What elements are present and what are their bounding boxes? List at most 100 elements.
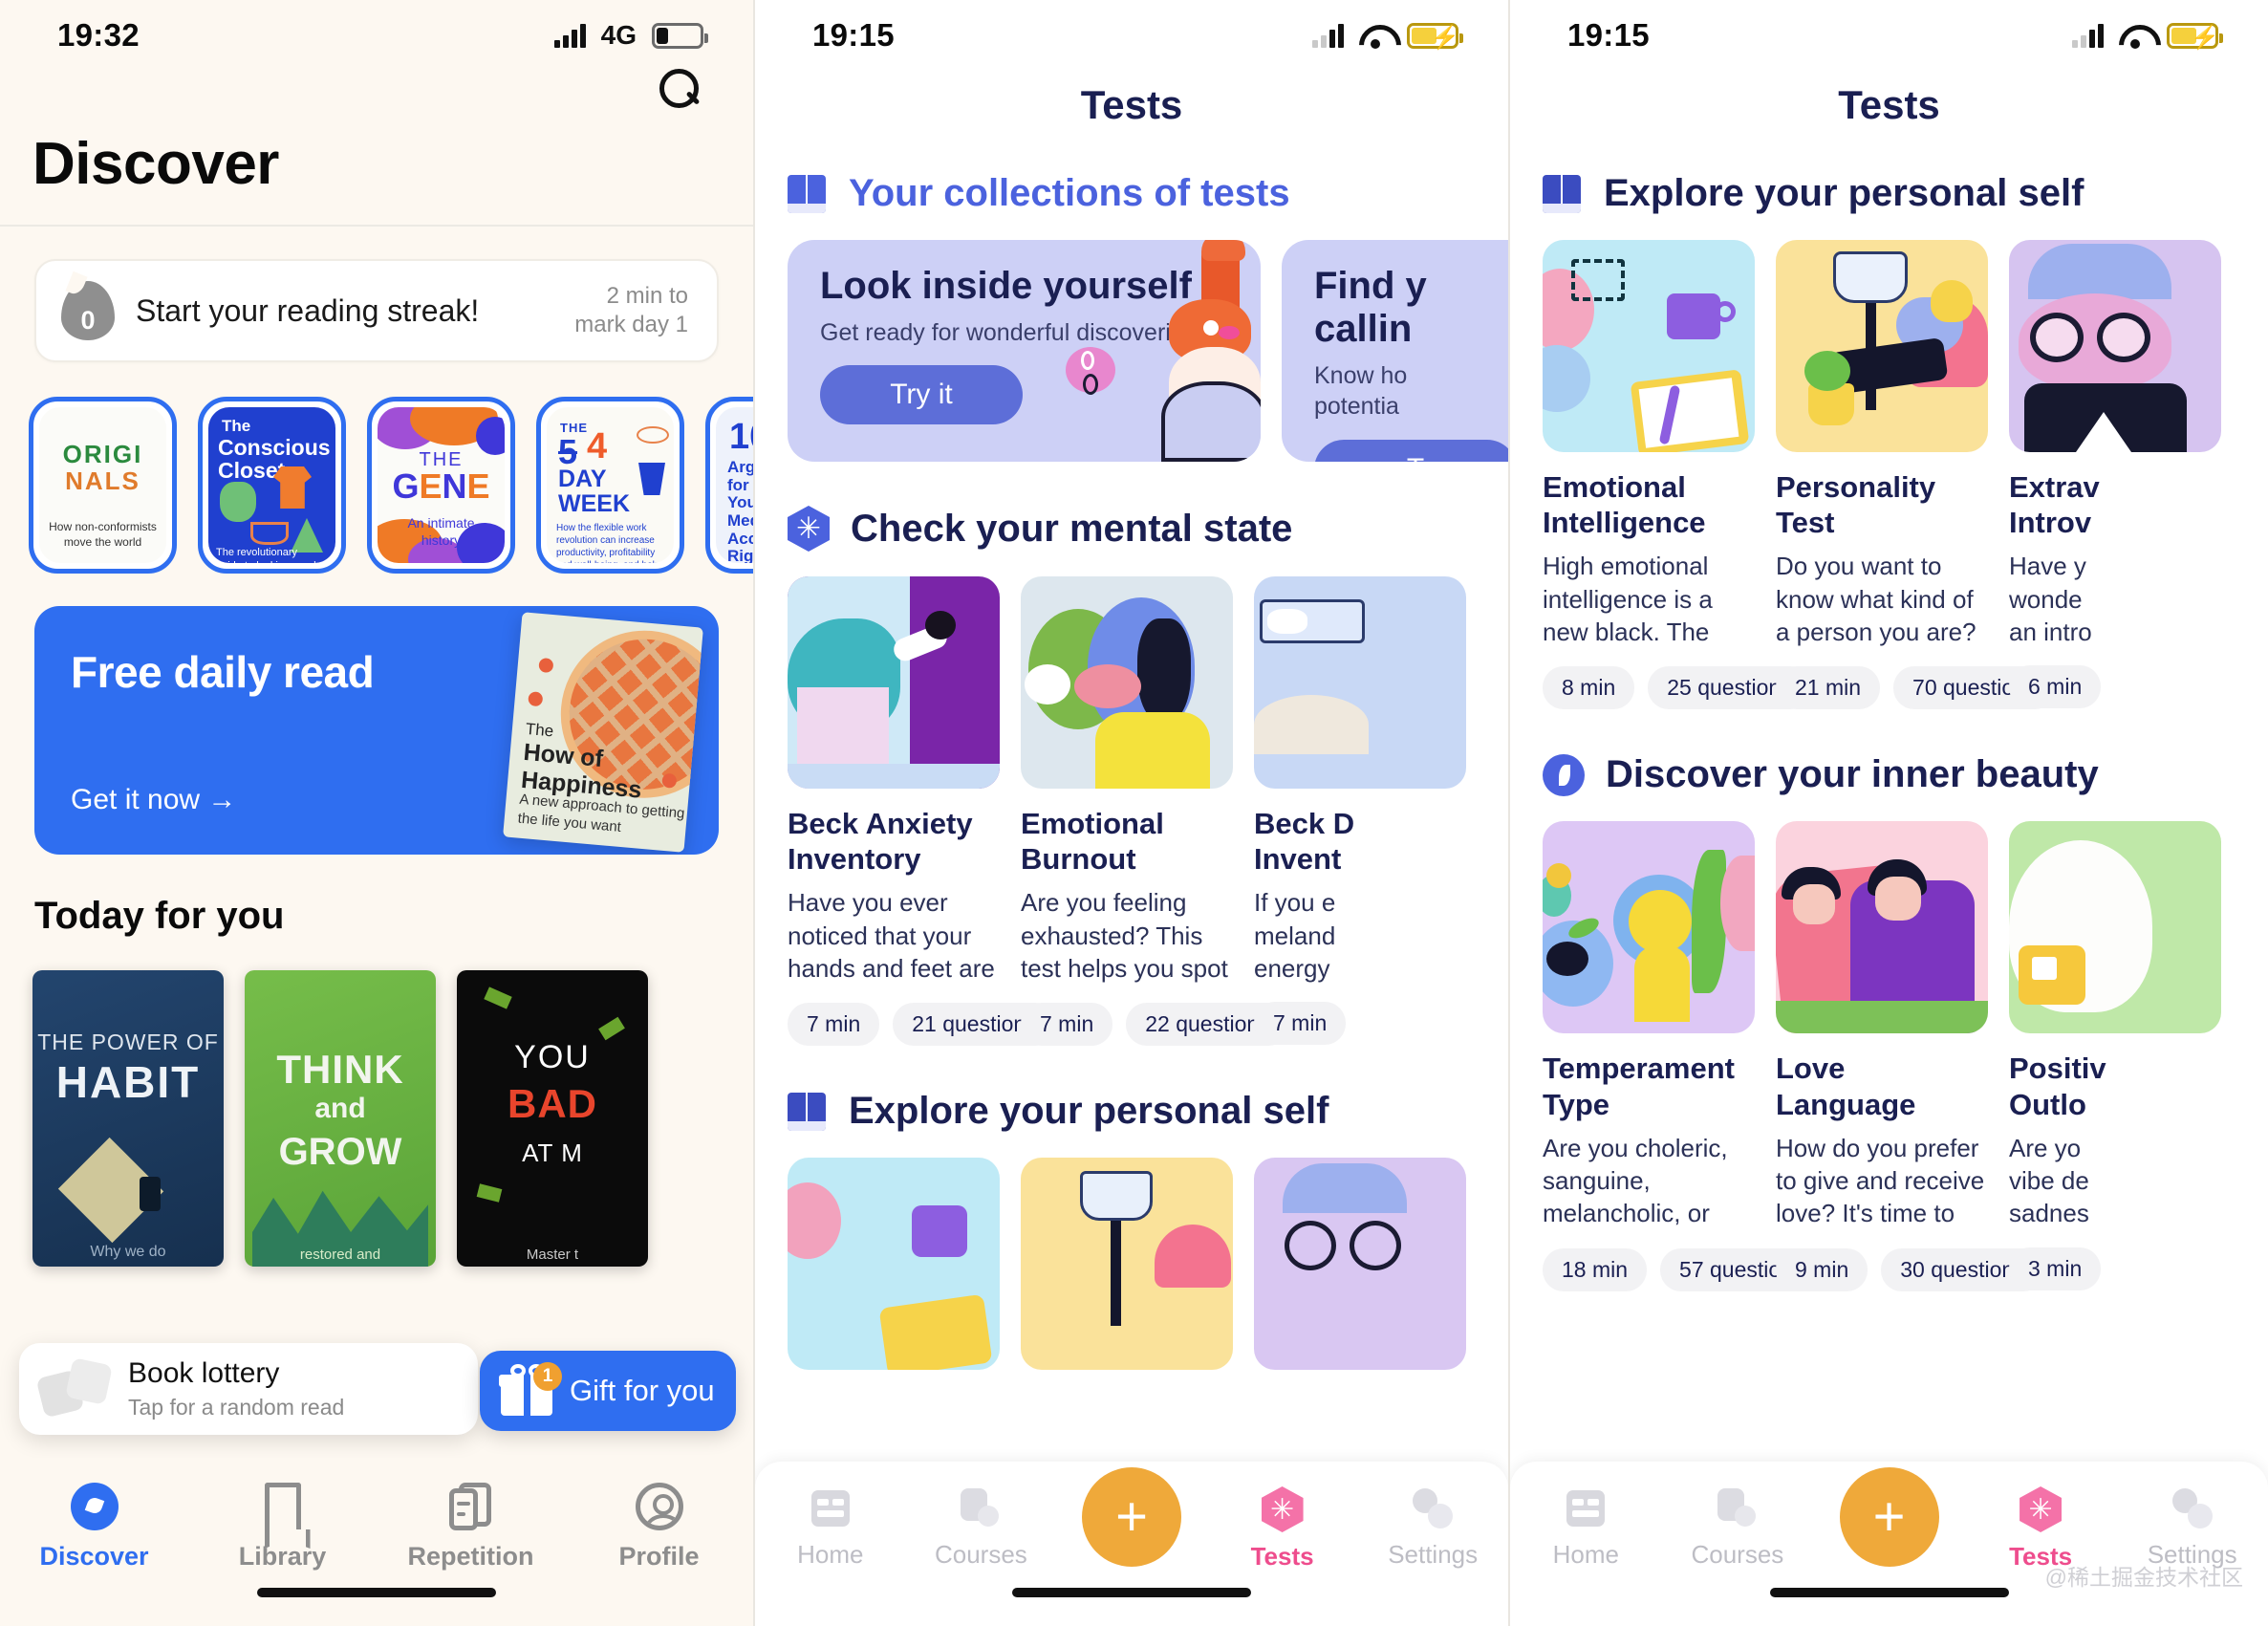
today-section-title: Today for you xyxy=(34,895,285,937)
promo-card-look-inside[interactable]: Look inside yourself Get ready for wonde… xyxy=(788,240,1261,462)
chip-time: 3 min xyxy=(2009,1247,2102,1290)
nav-label-settings: Settings xyxy=(1388,1540,1479,1569)
test-card[interactable]: Extrav Introv Have y wonde an intro 6 min xyxy=(2009,240,2221,709)
test-card[interactable]: Beck Anxiety Inventory Have you ever not… xyxy=(788,576,1056,1047)
beauty-tests-carousel[interactable]: Temperament Type Are you choleric, sangu… xyxy=(1510,821,2268,1291)
test-name: Emotional Intelligence xyxy=(1543,470,1706,540)
test-card[interactable] xyxy=(1021,1158,1233,1371)
section-title: Explore your personal self xyxy=(849,1090,1329,1133)
section-title: Explore your personal self xyxy=(1604,172,2084,214)
book-card-4day-week[interactable]: THE 5 4 DAY WEEK How the flexible work rev… xyxy=(536,397,684,574)
nav-item-settings[interactable]: Settings xyxy=(1357,1486,1508,1570)
promo-card-find-calling[interactable]: Find ycallin Know hopotentia T xyxy=(1282,240,1508,462)
mental-tests-carousel[interactable]: Beck Anxiety Inventory Have you ever not… xyxy=(755,576,1508,1047)
page-title: Tests xyxy=(1838,82,1940,127)
nav-item-courses[interactable]: Courses xyxy=(1662,1486,1814,1570)
test-desc: Have you ever noticed that your hands an… xyxy=(788,888,995,983)
section-title: Your collections of tests xyxy=(849,172,1290,214)
chip-time: 7 min xyxy=(788,1003,880,1047)
battery-charging-icon: ⚡ xyxy=(2167,22,2223,51)
test-card[interactable]: Personality Test Do you want to know wha… xyxy=(1776,240,2057,710)
home-indicator-3 xyxy=(1769,1588,2009,1597)
nav-item-home[interactable]: Home xyxy=(1510,1486,1662,1570)
try-it-button[interactable]: Try it xyxy=(820,365,1023,425)
test-thumbnail xyxy=(788,1158,1000,1371)
nav-item-settings[interactable]: Settings xyxy=(2116,1486,2268,1570)
section-title: Check your mental state xyxy=(851,507,1293,550)
nav-item-tests[interactable]: Tests xyxy=(1207,1486,1358,1572)
book-card-the-gene[interactable]: THE GENE An intimate history xyxy=(367,397,515,574)
test-meta: 3 min xyxy=(2009,1247,2221,1290)
personal-tests-carousel-peek[interactable] xyxy=(755,1158,1508,1371)
try-it-button[interactable]: T xyxy=(1314,439,1508,462)
section-header-inner-beauty: Discover your inner beauty xyxy=(1510,709,2268,796)
discover-screen: 19:32 4G Discover 0 Start your reading s… xyxy=(0,0,755,1626)
test-card[interactable]: Love Language How do you prefer to give … xyxy=(1776,821,2044,1291)
test-card[interactable]: Beck D Invent If you e meland energy 7 min xyxy=(1254,576,1466,1046)
test-meta: 7 min 22 questions xyxy=(1021,1003,1289,1047)
nav-item-courses[interactable]: Courses xyxy=(906,1486,1057,1570)
status-bar-1: 19:32 4G xyxy=(0,0,753,59)
nav-item-profile[interactable]: Profile xyxy=(565,1483,753,1572)
collections-carousel[interactable]: Look inside yourself Get ready for wonde… xyxy=(755,240,1508,462)
status-clock: 19:32 xyxy=(57,17,140,53)
gift-button[interactable]: 1 Gift for you xyxy=(480,1351,736,1431)
book-card-10-arguments[interactable]: 10 Argumefor DeleYour SoMediaAccounRight… xyxy=(705,397,753,574)
free-daily-read-banner[interactable]: Free daily read Get it now → The How of H… xyxy=(34,606,719,855)
nav-label-courses: Courses xyxy=(934,1540,1027,1569)
bottom-nav-1: Discover Library Repetition Profile xyxy=(0,1458,753,1626)
test-card[interactable] xyxy=(1254,1158,1466,1371)
test-name: Love Language xyxy=(1776,1051,1916,1121)
sparkle-badge-icon xyxy=(788,506,830,552)
today-book-you-are-a-badass[interactable]: YOU BAD AT M Master t xyxy=(457,970,648,1267)
nav-item-library[interactable]: Library xyxy=(188,1483,377,1572)
status-clock: 19:15 xyxy=(812,17,895,53)
open-book-icon xyxy=(788,174,828,213)
section-header-personal-self: Explore your personal self xyxy=(1510,128,2268,215)
open-book-icon xyxy=(788,1092,828,1131)
test-card[interactable]: Positiv Outlo Are yo vibe de sadnes 3 min xyxy=(2009,821,2221,1290)
search-icon[interactable] xyxy=(659,69,700,109)
daily-book-cover: The How of Happiness A new approach to ge… xyxy=(503,612,703,853)
cards-icon xyxy=(448,1483,493,1530)
nav-item-home[interactable]: Home xyxy=(755,1486,906,1570)
test-thumbnail xyxy=(1543,821,1755,1034)
test-meta: 6 min xyxy=(2009,665,2221,709)
compass-icon xyxy=(70,1483,119,1530)
search-button[interactable] xyxy=(0,59,753,109)
dice-icon xyxy=(35,1357,113,1419)
test-meta: 7 min 21 questions xyxy=(788,1003,1056,1047)
test-desc: Are yo vibe de sadnes xyxy=(2009,1133,2089,1228)
book-card-originals[interactable]: ORIGI NALS How non-conformists move the w… xyxy=(29,397,177,574)
today-book-think-and-grow[interactable]: THINK and GROW restored and xyxy=(245,970,436,1267)
book-shelf-row[interactable]: ORIGI NALS How non-conformists move the w… xyxy=(0,362,753,574)
battery-icon xyxy=(652,22,708,49)
gift-icon: 1 xyxy=(499,1362,562,1416)
test-card[interactable] xyxy=(788,1158,1000,1371)
divider xyxy=(0,225,753,227)
nav-label-tests: Tests xyxy=(1250,1542,1314,1571)
daily-cta[interactable]: Get it now → xyxy=(71,784,236,816)
home-icon xyxy=(809,1486,853,1530)
settings-icon xyxy=(2171,1486,2214,1530)
test-name: Positiv Outlo xyxy=(2009,1051,2106,1121)
book-lottery-card[interactable]: Book lottery Tap for a random read xyxy=(19,1343,478,1435)
today-books-row[interactable]: THE POWER OF HABIT Why we do THINK and G… xyxy=(0,938,753,1267)
nav-item-discover[interactable]: Discover xyxy=(0,1483,188,1572)
settings-icon xyxy=(1411,1486,1455,1530)
streak-label: Start your reading streak! xyxy=(136,293,480,328)
status-bar-3: 19:15 ⚡ xyxy=(1510,0,2268,59)
test-card[interactable]: Temperament Type Are you choleric, sangu… xyxy=(1543,821,1824,1291)
nav-item-repetition[interactable]: Repetition xyxy=(377,1483,565,1572)
add-button[interactable]: + xyxy=(1839,1467,1939,1567)
streak-note: 2 min to mark day 1 xyxy=(574,283,688,337)
book-card-conscious-closet[interactable]: The ConsciousCloset The revolutionarygui… xyxy=(198,397,346,574)
today-book-power-of-habit[interactable]: THE POWER OF HABIT Why we do xyxy=(32,970,224,1267)
wifi-icon xyxy=(1359,23,1392,49)
test-card[interactable]: Emotional Burnout Are you feeling exhaus… xyxy=(1021,576,1289,1047)
test-card[interactable]: Emotional Intelligence High emotional in… xyxy=(1543,240,1811,710)
personal-tests-carousel[interactable]: Emotional Intelligence High emotional in… xyxy=(1510,240,2268,710)
home-indicator-2 xyxy=(1012,1588,1251,1597)
reading-streak-card[interactable]: 0 Start your reading streak! 2 min to mar… xyxy=(34,259,719,362)
add-button[interactable]: + xyxy=(1082,1467,1181,1567)
